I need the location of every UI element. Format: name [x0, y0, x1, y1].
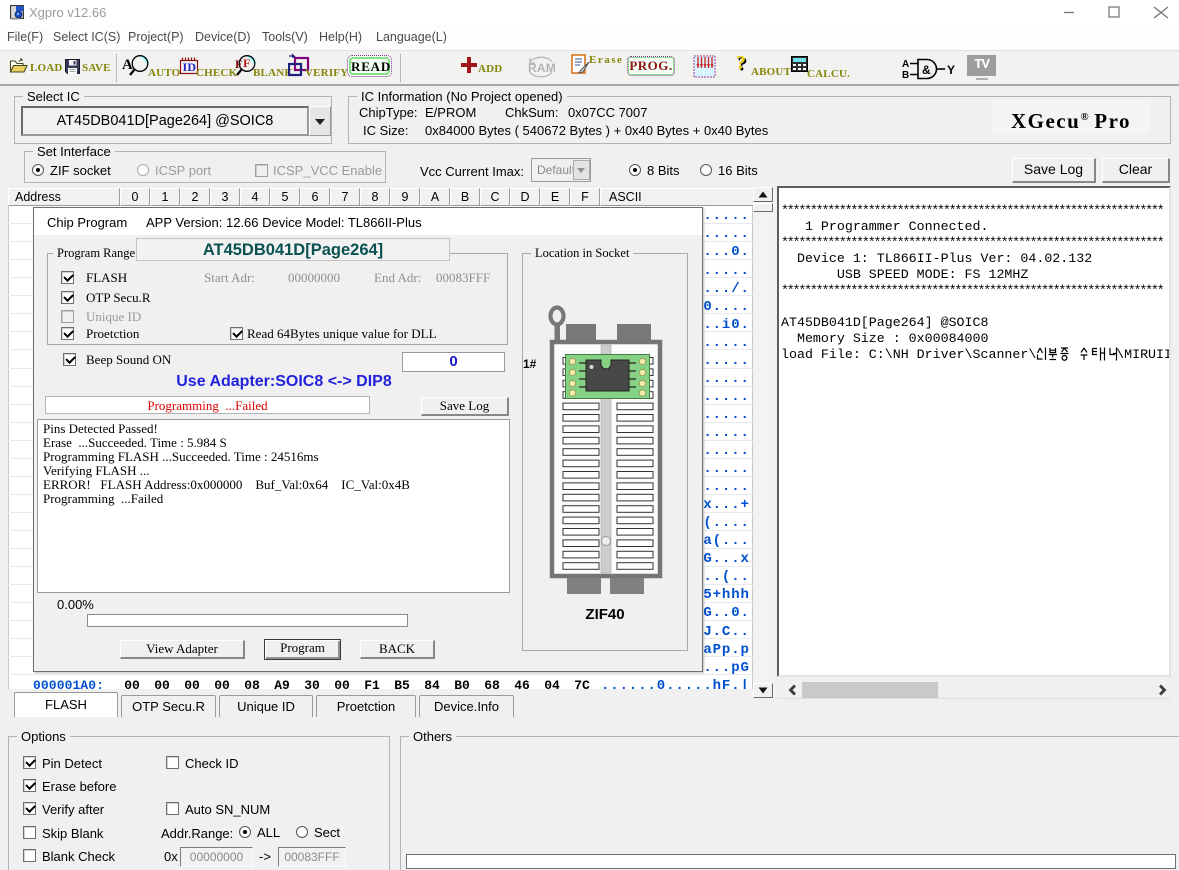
- svg-text:B: B: [902, 70, 909, 80]
- svg-text:F: F: [235, 57, 243, 71]
- svg-text:RAM: RAM: [528, 61, 556, 75]
- svg-text:A: A: [902, 59, 909, 70]
- svg-text:A: A: [122, 57, 133, 73]
- svg-text:&: &: [922, 63, 931, 77]
- svg-text:ID: ID: [183, 60, 197, 74]
- svg-text:F: F: [243, 56, 251, 70]
- svg-text:Y: Y: [947, 63, 955, 77]
